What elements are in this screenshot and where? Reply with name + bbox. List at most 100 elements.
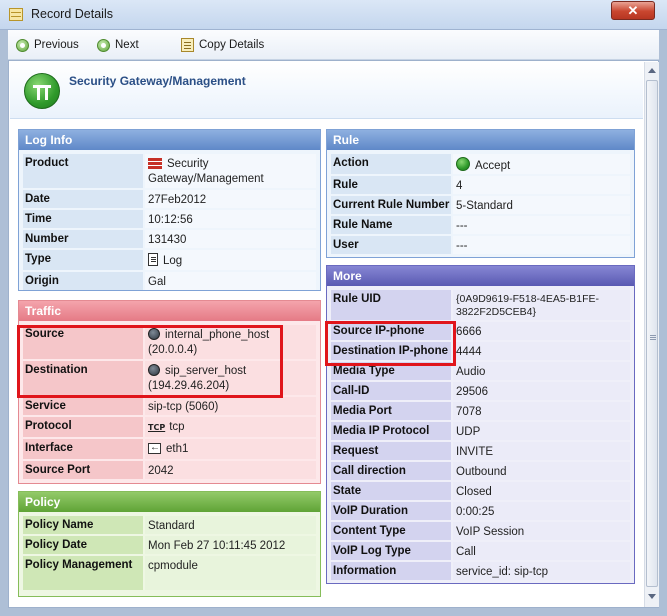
field-value: 7078 [453, 402, 630, 420]
source-destination-highlight [17, 325, 283, 398]
table-row: Date 27Feb2012 [23, 190, 316, 208]
table-row: Media Port 7078 [331, 402, 630, 420]
field-value: {0A9D9619-F518-4EA5-B1FE- [456, 293, 599, 305]
table-row: Call-ID 29506 [331, 382, 630, 400]
ip-phone-highlight [325, 321, 456, 366]
copy-details-label: Copy Details [199, 39, 265, 51]
traffic-title: Traffic [19, 301, 320, 321]
table-row: Information service_id: sip-tcp [331, 562, 630, 580]
record-title: Security Gateway/Management [69, 74, 246, 88]
table-row: VoIP Duration 0:00:25 [331, 502, 630, 520]
previous-button[interactable]: Previous [16, 38, 79, 54]
table-row: Origin Gal [23, 272, 316, 290]
table-row: Rule Name --- [331, 216, 630, 234]
field-value: --- [453, 216, 630, 234]
rule-panel: Rule Action Accept Rule 4 Current Rule N… [326, 129, 635, 258]
field-subvalue: 3822F2D5CEB4} [456, 306, 536, 318]
copy-icon [181, 38, 194, 52]
field-value: Gal [145, 272, 316, 290]
field-label: Current Rule Number [331, 196, 451, 214]
field-label: Information [331, 562, 451, 580]
field-value: 6666 [453, 322, 630, 340]
field-label: VoIP Log Type [331, 542, 451, 560]
field-label: Action [331, 154, 451, 174]
more-panel: More Rule UID {0A9D9619-F518-4EA5-B1FE- … [326, 265, 635, 584]
record-content: Security Gateway/Management Log Info Pro… [8, 60, 659, 608]
copy-details-button[interactable]: Copy Details [181, 38, 264, 54]
field-label: Source Port [23, 461, 143, 479]
field-value: cpmodule [145, 556, 316, 590]
accept-icon [456, 157, 470, 171]
interface-icon [148, 440, 161, 455]
field-value: Call [453, 542, 630, 560]
field-value: sip-tcp (5060) [145, 397, 316, 415]
scroll-up-icon[interactable] [648, 68, 656, 73]
field-value: 2042 [145, 461, 316, 479]
table-row: VoIP Log Type Call [331, 542, 630, 560]
field-label: Call-ID [331, 382, 451, 400]
table-row: Type Log [23, 250, 316, 270]
field-value: UDP [453, 422, 630, 440]
gateway-icon [24, 73, 60, 109]
next-button[interactable]: Next [97, 38, 139, 54]
field-label: Type [23, 250, 143, 270]
field-label: Rule [331, 176, 451, 194]
field-value: service_id: sip-tcp [453, 562, 630, 580]
close-button[interactable]: ✕ [611, 1, 655, 20]
field-value: Mon Feb 27 10:11:45 2012 [145, 536, 316, 554]
field-value: Audio [453, 362, 630, 380]
field-value: 4 [453, 176, 630, 194]
field-value: VoIP Session [453, 522, 630, 540]
scroll-down-icon[interactable] [648, 594, 656, 599]
field-label: Rule UID [331, 290, 451, 320]
scroll-thumb[interactable] [646, 80, 658, 587]
field-label: Date [23, 190, 143, 208]
policy-title: Policy [19, 492, 320, 512]
field-label: Request [331, 442, 451, 460]
field-label: Policy Management [23, 556, 143, 590]
field-value: 5-Standard [453, 196, 630, 214]
field-value: eth1 [166, 443, 189, 455]
policy-panel: Policy Policy Name Standard Policy Date … [18, 491, 321, 597]
firewall-icon [148, 158, 162, 169]
record-header: Security Gateway/Management [10, 63, 643, 119]
field-label: Media IP Protocol [331, 422, 451, 440]
field-label: Interface [23, 439, 143, 459]
next-label: Next [115, 39, 139, 51]
field-label: Policy Date [23, 536, 143, 554]
table-row: Policy Date Mon Feb 27 10:11:45 2012 [23, 536, 316, 554]
log-document-icon [148, 253, 158, 266]
title-bar: Record Details ✕ [0, 0, 667, 30]
previous-label: Previous [34, 39, 79, 51]
table-row: Protocol TCP tcp [23, 417, 316, 437]
field-value: 27Feb2012 [145, 190, 316, 208]
field-label: Policy Name [23, 516, 143, 534]
table-row: Action Accept [331, 154, 630, 174]
field-value: 131430 [145, 230, 316, 248]
table-row: Service sip-tcp (5060) [23, 397, 316, 415]
field-value: tcp [169, 421, 185, 433]
table-row: Request INVITE [331, 442, 630, 460]
field-value: --- [453, 236, 630, 254]
field-value: 0:00:25 [453, 502, 630, 520]
table-row: Source Port 2042 [23, 461, 316, 479]
field-value: 10:12:56 [145, 210, 316, 228]
field-value: Outbound [453, 462, 630, 480]
field-label: Origin [23, 272, 143, 290]
field-label: Product [23, 154, 143, 188]
field-value: Closed [453, 482, 630, 500]
table-row: Policy Name Standard [23, 516, 316, 534]
field-label: Number [23, 230, 143, 248]
table-row: Current Rule Number 5-Standard [331, 196, 630, 214]
vertical-scrollbar[interactable] [644, 62, 659, 607]
field-value: INVITE [453, 442, 630, 460]
record-table-icon [9, 8, 23, 21]
table-row: Call direction Outbound [331, 462, 630, 480]
field-label: Protocol [23, 417, 143, 437]
field-label: User [331, 236, 451, 254]
field-value: Log [163, 255, 183, 267]
table-row: State Closed [331, 482, 630, 500]
table-row: Time 10:12:56 [23, 210, 316, 228]
field-label: Rule Name [331, 216, 451, 234]
field-label: Time [23, 210, 143, 228]
